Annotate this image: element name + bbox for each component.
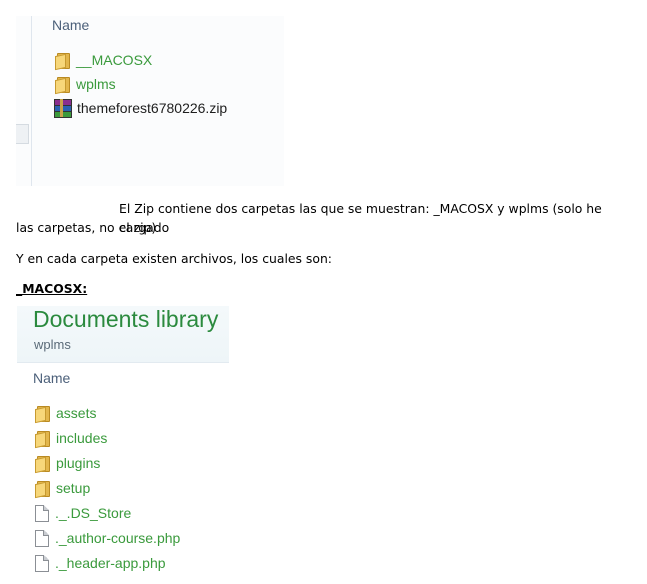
file-icon	[35, 554, 49, 572]
item-label: assets	[56, 405, 97, 421]
list-item-assets[interactable]: assets	[34, 403, 97, 424]
list-item-author-course[interactable]: ._author-course.php	[35, 528, 180, 548]
winrar-archive-icon	[53, 99, 72, 118]
folder-icon	[34, 480, 50, 499]
item-label: ._header-app.php	[55, 555, 166, 571]
list-item-wplms[interactable]: wplms	[54, 74, 116, 95]
item-label: themeforest6780226.zip	[77, 100, 228, 116]
text-line-3: Y en cada carpeta existen archivos, los …	[16, 251, 332, 266]
item-label: includes	[56, 430, 108, 446]
list-item-setup[interactable]: setup	[34, 478, 91, 499]
item-label: plugins	[56, 455, 101, 471]
item-label: ._.DS_Store	[55, 505, 132, 521]
section-heading-macosx: _MACOSX:	[16, 281, 88, 296]
column-divider	[31, 16, 32, 186]
text-line-1: El Zip contiene dos carpetas las que se …	[119, 201, 602, 235]
item-label: wplms	[76, 76, 116, 92]
folder-icon	[34, 455, 50, 474]
folder-icon	[34, 430, 50, 449]
library-title: Documents library	[33, 306, 219, 332]
text-line-2: las carpetas, no el zip)	[16, 220, 157, 235]
explorer-snippet-documents-library: Documents library wplms Name assets incl…	[17, 306, 229, 584]
list-item-ds-store[interactable]: ._.DS_Store	[35, 503, 131, 523]
library-header: Documents library wplms	[17, 306, 229, 363]
folder-icon	[54, 76, 70, 95]
name-column-header[interactable]: Name	[33, 370, 70, 386]
list-item-plugins[interactable]: plugins	[34, 453, 101, 474]
item-label: __MACOSX	[76, 52, 153, 68]
list-item-includes[interactable]: includes	[34, 428, 108, 449]
list-item-zip[interactable]: themeforest6780226.zip	[53, 98, 227, 118]
scrollbar-stub[interactable]	[16, 124, 29, 144]
item-label: ._author-course.php	[55, 530, 181, 546]
folder-icon	[34, 405, 50, 424]
list-item-header-app[interactable]: ._header-app.php	[35, 553, 166, 573]
library-subtitle: wplms	[34, 337, 71, 352]
folder-icon	[54, 52, 70, 71]
explorer-snippet-zip-contents: Name __MACOSX wplms themeforest6780226.z…	[16, 16, 284, 186]
list-item-macosx[interactable]: __MACOSX	[54, 50, 153, 71]
file-icon	[35, 504, 49, 522]
name-column-header[interactable]: Name	[52, 17, 89, 33]
item-label: setup	[56, 480, 91, 496]
file-icon	[35, 529, 49, 547]
